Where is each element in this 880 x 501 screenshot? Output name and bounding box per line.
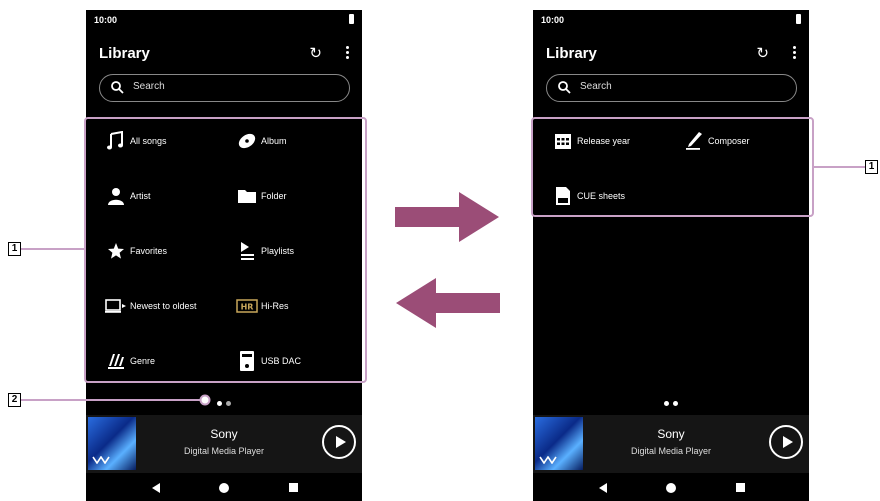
- page-dot: [226, 401, 231, 406]
- recents-icon[interactable]: [736, 483, 745, 492]
- refresh-icon[interactable]: ↻: [309, 44, 322, 62]
- album-art: [88, 417, 136, 470]
- home-icon[interactable]: [219, 483, 229, 493]
- more-options-icon[interactable]: [791, 44, 797, 62]
- search-icon: [111, 81, 124, 94]
- callout-dot: [199, 394, 211, 406]
- page-title: Library: [99, 45, 150, 62]
- back-icon[interactable]: [152, 483, 160, 493]
- callout-2: 2: [8, 393, 21, 407]
- track-title: Sony: [210, 427, 238, 441]
- page-title: Library: [546, 45, 597, 62]
- app-bar: Library ↻: [533, 42, 809, 68]
- search-input[interactable]: Search: [546, 74, 797, 102]
- status-time: 10:00: [94, 15, 118, 25]
- status-bar: 10:00: [94, 14, 354, 28]
- search-icon: [558, 81, 571, 94]
- battery-icon: [349, 14, 354, 24]
- callout-1-left: 1: [8, 242, 21, 256]
- callout-leader: [21, 248, 84, 250]
- system-nav-bar: [533, 475, 809, 501]
- refresh-icon[interactable]: ↻: [756, 44, 769, 62]
- callout-1-right: 1: [865, 160, 878, 174]
- more-options-icon[interactable]: [344, 44, 350, 62]
- walkman-logo: [92, 456, 110, 464]
- search-input[interactable]: Search: [99, 74, 350, 102]
- search-placeholder: Search: [580, 81, 612, 92]
- album-art: [535, 417, 583, 470]
- track-subtitle: Digital Media Player: [630, 446, 712, 456]
- track-title: Sony: [657, 427, 685, 441]
- right-category-highlight: [531, 117, 814, 217]
- page-indicator: [533, 393, 809, 406]
- play-button[interactable]: [769, 425, 803, 459]
- swipe-right-arrow: [395, 192, 499, 242]
- mini-player[interactable]: Sony Digital Media Player: [86, 415, 362, 473]
- page-indicator: [86, 393, 362, 406]
- page-dot-active: [217, 401, 222, 406]
- back-icon[interactable]: [599, 483, 607, 493]
- status-bar: 10:00: [541, 14, 801, 28]
- track-subtitle: Digital Media Player: [183, 446, 265, 456]
- mini-player[interactable]: Sony Digital Media Player: [533, 415, 809, 473]
- page-dot: [664, 401, 669, 406]
- left-category-highlight: [84, 117, 367, 383]
- system-nav-bar: [86, 475, 362, 501]
- page-dot-active: [673, 401, 678, 406]
- play-button[interactable]: [322, 425, 356, 459]
- walkman-logo: [539, 456, 557, 464]
- status-time: 10:00: [541, 15, 565, 25]
- app-bar: Library ↻: [86, 42, 362, 68]
- battery-icon: [796, 14, 801, 24]
- callout-leader: [814, 166, 865, 168]
- swipe-left-arrow: [396, 278, 500, 328]
- recents-icon[interactable]: [289, 483, 298, 492]
- right-screen: 10:00 Library ↻ Search Release year Comp…: [533, 10, 809, 501]
- callout-leader: [21, 399, 203, 401]
- search-placeholder: Search: [133, 81, 165, 92]
- home-icon[interactable]: [666, 483, 676, 493]
